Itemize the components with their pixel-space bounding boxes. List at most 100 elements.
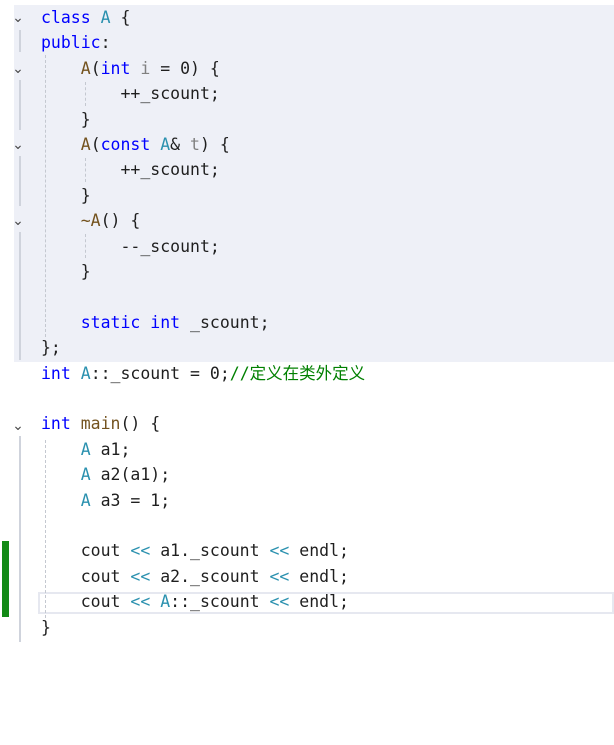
code-token: main: [80, 414, 121, 433]
chevron-down-icon[interactable]: ⌄: [11, 11, 25, 25]
code-token: () {: [100, 211, 141, 230]
code-line[interactable]: public:: [41, 30, 111, 55]
code-token: a1;: [90, 440, 131, 459]
gutter-scope-bar: [19, 156, 21, 206]
code-token: endl;: [289, 592, 349, 611]
modified-lines-indicator: [2, 541, 9, 617]
code-token: A: [80, 364, 91, 383]
gutter-scope-bar: [19, 436, 21, 642]
chevron-down-icon[interactable]: ⌄: [11, 214, 25, 228]
code-token: int: [100, 59, 131, 78]
code-token: A: [80, 440, 91, 459]
code-line[interactable]: }: [41, 107, 91, 132]
code-line[interactable]: static int _scount;: [41, 310, 270, 335]
chevron-down-icon[interactable]: ⌄: [11, 138, 25, 152]
code-token: <<: [130, 592, 151, 611]
code-line[interactable]: class A {: [41, 5, 130, 30]
code-line[interactable]: int main() {: [41, 411, 160, 436]
code-token: A: [80, 135, 91, 154]
code-token: {: [110, 8, 131, 27]
code-token: ++_scount;: [41, 84, 220, 103]
code-token: static: [80, 313, 141, 332]
chevron-down-icon[interactable]: ⌄: [11, 62, 25, 76]
code-line[interactable]: cout << a1._scount << endl;: [41, 538, 349, 563]
code-token: A: [160, 135, 171, 154]
code-token: A: [80, 59, 91, 78]
code-editor[interactable]: ⌄ ⌄ ⌄ ⌄ ⌄ class A {public: A(int i = 0) …: [0, 0, 614, 745]
code-token: }: [41, 618, 51, 637]
code-token: <<: [130, 541, 151, 560]
code-token: cout: [41, 567, 131, 586]
code-token: A: [160, 592, 171, 611]
code-token: ~A: [80, 211, 101, 230]
code-token: <<: [269, 541, 290, 560]
code-token: <<: [269, 567, 290, 586]
code-token: a2(a1);: [90, 465, 171, 484]
code-line[interactable]: A a1;: [41, 437, 131, 462]
gutter-scope-bar: [19, 232, 21, 360]
gutter-scope-bar: [19, 30, 21, 52]
code-token: :: [100, 33, 111, 52]
code-token: }: [41, 262, 91, 281]
code-token: ) {: [199, 135, 230, 154]
code-line[interactable]: cout << A::_scount << endl;: [41, 589, 349, 614]
code-line[interactable]: --_scount;: [41, 234, 220, 259]
code-token: a2._scount: [150, 567, 270, 586]
chevron-down-icon[interactable]: ⌄: [11, 419, 25, 433]
code-token: class: [41, 8, 91, 27]
code-token: _scount;: [180, 313, 270, 332]
code-token: --_scount;: [41, 237, 220, 256]
code-line[interactable]: ++_scount;: [41, 157, 220, 182]
code-line[interactable]: int A::_scount = 0;//定义在类外定义: [41, 361, 365, 386]
code-token: <<: [130, 567, 151, 586]
code-token: (: [90, 59, 101, 78]
code-token: int: [150, 313, 181, 332]
code-token: () {: [120, 414, 161, 433]
code-token: ::_scount: [170, 592, 270, 611]
code-token: }: [41, 110, 91, 129]
code-line[interactable]: A(const A& t) {: [41, 132, 230, 157]
code-line[interactable]: ++_scount;: [41, 81, 220, 106]
code-token: endl;: [289, 541, 349, 560]
code-token: = 0) {: [150, 59, 220, 78]
code-token: ::_scount = 0;: [90, 364, 230, 383]
gutter-scope-bar: [19, 80, 21, 130]
code-token: <<: [269, 592, 290, 611]
code-token: i: [140, 59, 151, 78]
code-line[interactable]: }: [41, 183, 91, 208]
code-line[interactable]: };: [41, 335, 61, 360]
code-token: a1._scount: [150, 541, 270, 560]
code-token: };: [41, 338, 61, 357]
code-line[interactable]: ~A() {: [41, 208, 141, 233]
code-line[interactable]: cout << a2._scount << endl;: [41, 564, 349, 589]
code-token: A: [80, 491, 91, 510]
code-token: endl;: [289, 567, 349, 586]
code-token: A: [80, 465, 91, 484]
code-token: A: [100, 8, 111, 27]
code-token: &: [170, 135, 191, 154]
code-token: cout: [41, 541, 131, 560]
code-token: (: [90, 135, 101, 154]
code-line[interactable]: }: [41, 259, 91, 284]
code-line[interactable]: A(int i = 0) {: [41, 56, 220, 81]
code-line[interactable]: }: [41, 615, 51, 640]
code-token: const: [100, 135, 151, 154]
code-token: ++_scount;: [41, 160, 220, 179]
code-line[interactable]: A a2(a1);: [41, 462, 170, 487]
code-comment: //定义在类外定义: [229, 364, 366, 383]
code-line[interactable]: A a3 = 1;: [41, 488, 170, 513]
code-token: a3 = 1;: [90, 491, 171, 510]
